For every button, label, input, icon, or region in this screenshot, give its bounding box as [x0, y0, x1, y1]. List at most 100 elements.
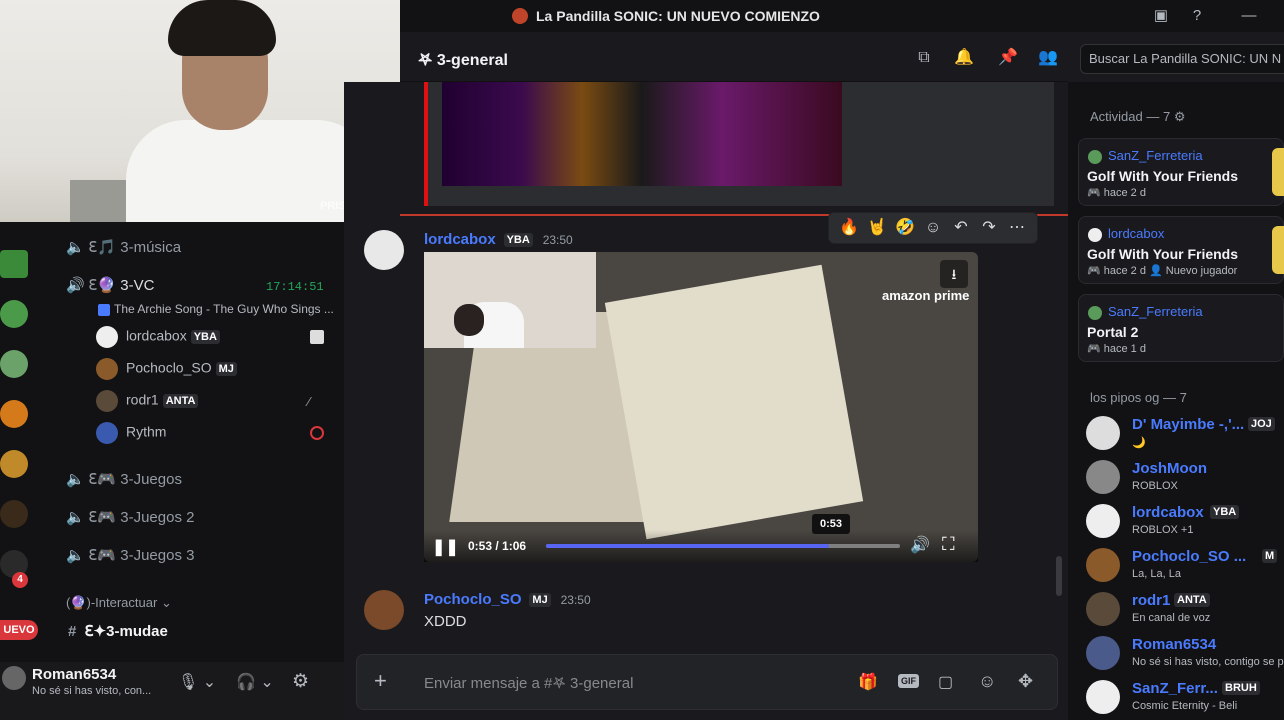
gear-icon[interactable]: ⚙: [1174, 109, 1186, 124]
search-input[interactable]: Buscar La Pandilla SONIC: UN N: [1080, 44, 1284, 74]
mic-icon[interactable]: 🎙 ⌄: [178, 672, 216, 692]
server-icon[interactable]: [0, 250, 28, 278]
more-icon[interactable]: ⋯: [1003, 217, 1031, 237]
activity-user: SanZ_Ferreteria: [1088, 148, 1203, 164]
new-player-icon: 👤: [1149, 265, 1166, 277]
activity-header: Actividad — 7 ⚙: [1090, 109, 1186, 124]
activity-user: SanZ_Ferreteria: [1088, 304, 1203, 320]
reply-icon[interactable]: ↶: [947, 217, 975, 237]
bell-icon[interactable]: 🔔: [952, 46, 976, 70]
muted-icon: ⁄: [308, 394, 311, 409]
vc-user[interactable]: Rythm: [96, 422, 166, 448]
vc-user[interactable]: rodr1 ANTA: [96, 390, 199, 416]
avatar: [1088, 227, 1102, 242]
avatar: [1088, 149, 1102, 164]
avatar[interactable]: [364, 590, 404, 630]
book-page: [604, 264, 864, 540]
minimize-icon[interactable]: —: [1238, 6, 1260, 26]
video-logo: amazon prime: [882, 288, 970, 303]
headphones-icon[interactable]: 🎧 ⌄: [236, 672, 274, 692]
message-input[interactable]: Enviar mensaje a #𖤐 3-general: [424, 673, 633, 693]
fullscreen-icon[interactable]: ⛶: [942, 534, 955, 555]
speaker-icon: 🔈: [66, 547, 85, 564]
vc-user[interactable]: Pochoclo_SO MJ: [96, 358, 237, 384]
vc-activity: The Archie Song - The Guy Who Sings ...: [98, 302, 334, 316]
apps-icon[interactable]: ✥: [1018, 671, 1033, 692]
activity-game: Golf With Your Friends: [1087, 246, 1239, 262]
pin-icon[interactable]: 📌: [996, 46, 1020, 70]
activity-meta: 🎮 hace 1 d: [1087, 343, 1146, 355]
member-item[interactable]: lordcabox ROBLOX +1 YBA: [1086, 504, 1284, 544]
member-item[interactable]: Roman6534 No sé si has visto, contigo se …: [1086, 636, 1284, 676]
speaker-icon: 🔈: [66, 471, 85, 488]
avatar: [1086, 416, 1120, 450]
gear-icon[interactable]: ⚙: [292, 670, 309, 693]
time-tooltip: 0:53: [812, 514, 850, 534]
voice-channel[interactable]: 🔈 ℇ🎮 3-Juegos 3: [66, 546, 194, 564]
members-icon[interactable]: 👥: [1036, 46, 1060, 70]
add-reaction-icon[interactable]: ☺: [919, 219, 947, 237]
controller-icon: 🎮: [1087, 187, 1104, 199]
server-icon[interactable]: [0, 350, 28, 378]
channel-name: 𖤐 3-general: [418, 52, 508, 69]
voice-channel[interactable]: 🔈 ℇ🎵 3-música: [66, 238, 181, 256]
video-progress-fill: [546, 544, 830, 548]
controller-icon: 🎮: [1087, 265, 1104, 277]
avatar: [1086, 548, 1120, 582]
flex-reaction-icon[interactable]: 🤘: [863, 217, 891, 237]
gif-icon[interactable]: GIF: [898, 674, 919, 688]
activity-meta: 🎮 hace 2 d 👤 Nuevo jugador: [1087, 265, 1238, 277]
help-icon[interactable]: ?: [1186, 6, 1208, 26]
fire-reaction-icon[interactable]: 🔥: [835, 217, 863, 237]
inbox-icon[interactable]: ▣: [1150, 6, 1172, 26]
category-header[interactable]: (🔮)-Interactuar ⌄: [66, 595, 172, 611]
member-item[interactable]: Pochoclo_SO ... La, La, La M: [1086, 548, 1284, 588]
embed-image[interactable]: [442, 82, 842, 186]
voice-channel[interactable]: 🔈 ℇ🎮 3-Juegos: [66, 470, 182, 488]
video-time: 0:53 / 1:06: [468, 539, 527, 553]
avatar: [1086, 680, 1120, 714]
download-icon[interactable]: ⭳: [940, 260, 968, 288]
member-item[interactable]: D' Mayimbe -,'... 🌙 JOJ: [1086, 416, 1284, 456]
avatar: [1086, 504, 1120, 538]
message-timestamp: 23:50: [560, 593, 591, 607]
role-badge: YBA: [503, 233, 533, 248]
gift-icon[interactable]: 🎁: [858, 672, 878, 692]
server-icon[interactable]: [0, 400, 28, 428]
server-rail: [0, 222, 44, 662]
speaker-icon: 🔈: [66, 239, 85, 256]
sticker-icon[interactable]: ▢: [938, 672, 953, 692]
game-thumbnail: [1272, 148, 1284, 196]
forward-icon[interactable]: ↷: [975, 217, 1003, 237]
pause-icon[interactable]: ❚❚: [432, 537, 459, 557]
avatar[interactable]: [364, 230, 404, 270]
avatar: [1086, 636, 1120, 670]
vc-user[interactable]: lordcabox YBA: [96, 326, 220, 352]
threads-icon[interactable]: ⧉: [912, 46, 936, 70]
emoji-icon[interactable]: ☺: [978, 671, 996, 692]
member-item[interactable]: rodr1 En canal de voz ANTA: [1086, 592, 1284, 632]
volume-icon[interactable]: 🔊: [910, 535, 930, 555]
text-channel[interactable]: # ℇ✦3-mudae: [68, 622, 168, 640]
new-pill: UEVO: [0, 620, 38, 640]
message-author[interactable]: Pochoclo_SO: [424, 591, 522, 608]
member-item[interactable]: JoshMoon ROBLOX: [1086, 460, 1284, 500]
server-icon[interactable]: [0, 500, 28, 528]
add-attachment-icon[interactable]: +: [374, 668, 387, 694]
laugh-reaction-icon[interactable]: 🤣: [891, 217, 919, 237]
voice-channel-active[interactable]: 🔊 ℇ🔮 3-VC: [66, 276, 154, 294]
user-avatar[interactable]: [2, 666, 26, 690]
voice-channel[interactable]: 🔈 ℇ🎮 3-Juegos 2: [66, 508, 194, 526]
activity-game: Portal 2: [1087, 324, 1139, 340]
server-icon[interactable]: [0, 300, 28, 328]
speaker-icon: 🔈: [66, 509, 85, 526]
message-author[interactable]: lordcabox: [424, 231, 496, 248]
server-icon[interactable]: [0, 450, 28, 478]
activity-game: Golf With Your Friends: [1087, 168, 1239, 184]
avatar: [96, 326, 118, 348]
chat-scrollbar[interactable]: [1056, 556, 1062, 596]
avatar: [1086, 592, 1120, 626]
user-status: No sé si has visto, con...: [32, 685, 152, 697]
user-name: Roman6534: [32, 666, 117, 683]
member-item[interactable]: SanZ_Ferr... Cosmic Eternity - Beli BRUH: [1086, 680, 1284, 720]
